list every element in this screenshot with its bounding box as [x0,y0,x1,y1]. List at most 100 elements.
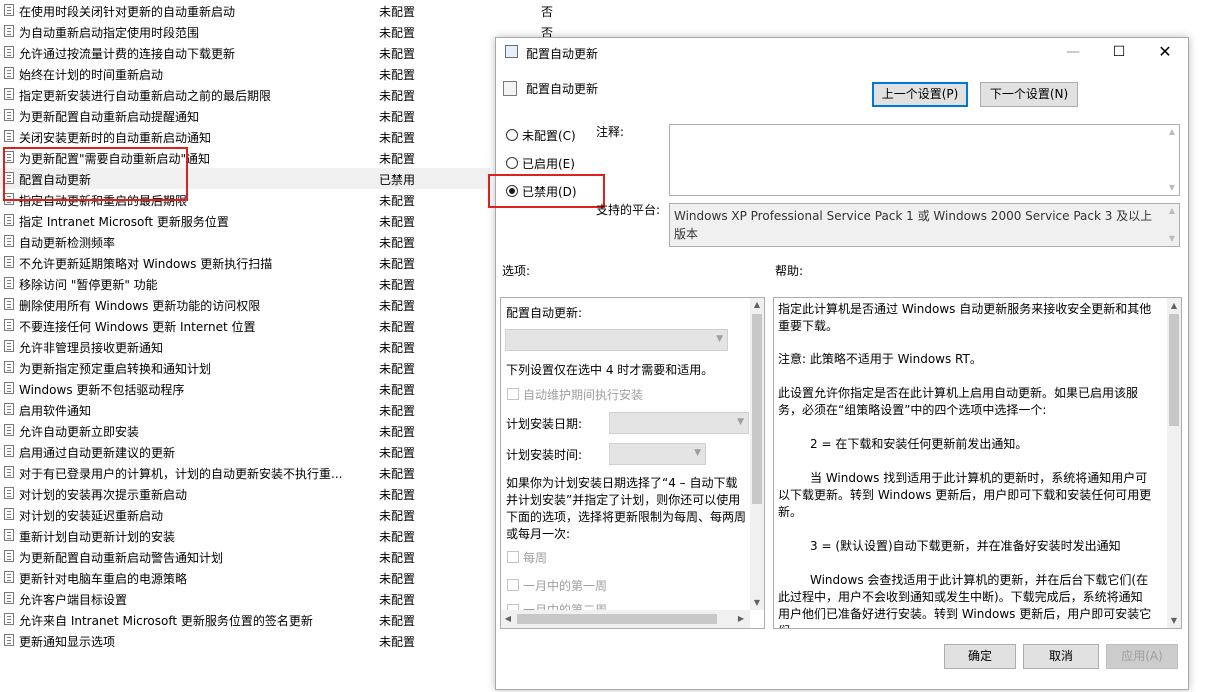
scroll-down-icon[interactable]: ▼ [1167,614,1181,628]
comment-scrollbar[interactable]: ▲ ▼ [1165,125,1179,195]
scroll-left-icon[interactable]: ◀ [501,612,515,626]
policy-row[interactable]: 更新通知显示选项 未配置 [0,630,560,651]
maintenance-checkbox[interactable] [507,388,519,400]
policy-name: 删除使用所有 Windows 更新功能的访问权限 [19,299,261,313]
policy-setting-icon [4,235,14,247]
help-vscrollbar[interactable]: ▲ ▼ [1167,298,1181,628]
platform-label: 支持的平台: [596,203,661,217]
help-paragraph: 3 = (默认设置)自动下载更新，并在准备好安装时发出通知 [810,539,1121,553]
scroll-up-icon[interactable]: ▲ [1165,204,1179,218]
policy-row[interactable]: 允许自动更新立即安装 未配置 [0,420,560,441]
policy-state: 未配置 [379,383,416,397]
options-vscrollbar[interactable]: ▲ ▼ [750,298,764,610]
policy-row[interactable]: 关闭安装更新时的自动重新启动通知 未配置 [0,126,560,147]
policy-state: 未配置 [379,551,416,565]
cancel-button[interactable]: 取消 [1023,644,1099,669]
previous-setting-button[interactable]: 上一个设置(P) [872,82,968,107]
radio-circle[interactable] [506,129,518,141]
policy-row[interactable]: 允许来自 Intranet Microsoft 更新服务位置的签名更新 未配置 [0,609,560,630]
policy-row[interactable]: 更新针对电脑车重启的电源策略 未配置 [0,567,560,588]
policy-state: 未配置 [379,593,416,607]
policy-state: 未配置 [379,278,416,292]
policy-row[interactable]: 指定 Intranet Microsoft 更新服务位置 未配置 [0,210,560,231]
policy-setting-icon [4,46,14,58]
policy-setting-icon [4,424,14,436]
help-paragraph: 当 Windows 找到适用于此计算机的更新时，系统将通知用户可以下载更新。转到… [778,471,1152,519]
policy-setting-icon [4,487,14,499]
options-hscrollbar[interactable]: ◀ ▶ [501,610,750,628]
policy-row[interactable]: 始终在计划的时间重新启动 未配置 [0,63,560,84]
policy-setting-icon [4,445,14,457]
policy-state: 未配置 [379,572,416,586]
policy-row[interactable]: 自动更新检测频率 未配置 [0,231,560,252]
maximize-button[interactable]: ☐ [1096,38,1142,66]
next-setting-button[interactable]: 下一个设置(N) [980,82,1078,107]
policy-row[interactable]: 为更新配置自动重新启动提醒通知 未配置 [0,105,560,126]
scroll-thumb[interactable] [517,614,717,624]
schedule-time-dropdown[interactable]: ▼ [609,443,706,465]
policy-row[interactable]: 启用通过自动更新建议的更新 未配置 [0,441,560,462]
policy-row[interactable]: 对计划的安装延迟重新启动 未配置 [0,504,560,525]
scroll-thumb[interactable] [752,314,762,504]
comment-textarea[interactable]: ▲ ▼ [669,124,1180,196]
scroll-down-icon[interactable]: ▼ [1165,232,1179,246]
policy-name: 不要连接任何 Windows 更新 Internet 位置 [19,320,256,334]
policy-row[interactable]: 对计划的安装再次提示重新启动 未配置 [0,483,560,504]
platform-value: Windows XP Professional Service Pack 1 或… [674,209,1153,241]
scroll-right-icon[interactable]: ▶ [734,612,748,626]
policy-name: 指定更新安装进行自动重新启动之前的最后期限 [19,89,272,103]
policy-row[interactable]: Windows 更新不包括驱动程序 未配置 [0,378,560,399]
radio-label: 未配置(C) [522,129,576,143]
policy-state: 未配置 [379,509,416,523]
policy-state: 已禁用 [379,173,416,187]
scroll-thumb[interactable] [1169,314,1179,426]
policy-row[interactable]: 指定更新安装进行自动重新启动之前的最后期限 未配置 [0,84,560,105]
scroll-up-icon[interactable]: ▲ [1167,299,1181,313]
policy-name: 指定 Intranet Microsoft 更新服务位置 [19,215,229,229]
policy-row[interactable]: 对于有已登录用户的计算机，计划的自动更新安装不执行重... 未配置 [0,462,560,483]
scroll-down-icon[interactable]: ▼ [750,596,764,610]
scroll-up-icon[interactable]: ▲ [1165,125,1179,139]
policy-row[interactable]: 允许通过按流量计费的连接自动下载更新 未配置 [0,42,560,63]
policy-row[interactable]: 删除使用所有 Windows 更新功能的访问权限 未配置 [0,294,560,315]
policy-name: 更新通知显示选项 [19,635,116,649]
policy-setting-icon [4,613,14,625]
policy-row[interactable]: 不要连接任何 Windows 更新 Internet 位置 未配置 [0,315,560,336]
policy-name: 为更新配置自动重新启动提醒通知 [19,110,200,124]
policy-row[interactable]: 移除访问 "暂停更新" 功能 未配置 [0,273,560,294]
scroll-down-icon[interactable]: ▼ [1165,181,1179,195]
policy-row[interactable]: 为更新配置自动重新启动警告通知计划 未配置 [0,546,560,567]
configure-updates-dropdown[interactable]: ▼ [505,329,728,351]
apply-button[interactable]: 应用(A) [1106,644,1178,669]
policy-name: 关闭安装更新时的自动重新启动通知 [19,131,212,145]
policy-setting-icon [4,298,14,310]
policy-state: 未配置 [379,446,416,460]
weekly-checkbox[interactable] [507,551,519,563]
policy-name: 对计划的安装延迟重新启动 [19,509,164,523]
schedule-day-label: 计划安装日期: [506,417,583,431]
policy-state: 未配置 [379,68,416,82]
policy-row[interactable]: 允许非管理员接收更新通知 未配置 [0,336,560,357]
policy-row[interactable]: 允许客户端目标设置 未配置 [0,588,560,609]
policy-row[interactable]: 启用软件通知 未配置 [0,399,560,420]
schedule-day-dropdown[interactable]: ▼ [609,412,749,434]
policy-row[interactable]: 在使用时段关闭针对更新的自动重新启动 未配置 否 [0,0,560,21]
scroll-up-icon[interactable]: ▲ [750,298,764,312]
ok-button[interactable]: 确定 [944,644,1016,669]
close-button[interactable]: ✕ [1142,38,1188,66]
policy-row[interactable]: 重新计划自动更新计划的安装 未配置 [0,525,560,546]
policy-row[interactable]: 为自动重新启动指定使用时段范围 未配置否 [0,21,560,42]
policy-setting-icon [4,382,14,394]
policy-state: 未配置 [379,89,416,103]
minimize-button[interactable]: — [1050,38,1096,66]
policy-name: 为更新指定预定重启转换和通知计划 [19,362,212,376]
policy-name: 允许通过按流量计费的连接自动下载更新 [19,47,236,61]
policy-name: 在使用时段关闭针对更新的自动重新启动 [19,5,236,19]
policy-row[interactable]: 不允许更新延期策略对 Windows 更新执行扫描 未配置 [0,252,560,273]
first-week-checkbox[interactable] [507,579,519,591]
policy-row[interactable]: 为更新指定预定重启转换和通知计划 未配置 [0,357,560,378]
platform-scrollbar[interactable]: ▲ ▼ [1165,204,1179,246]
policy-name: 为自动重新启动指定使用时段范围 [19,26,200,40]
policy-state: 未配置 [379,152,416,166]
radio-circle[interactable] [506,157,518,169]
